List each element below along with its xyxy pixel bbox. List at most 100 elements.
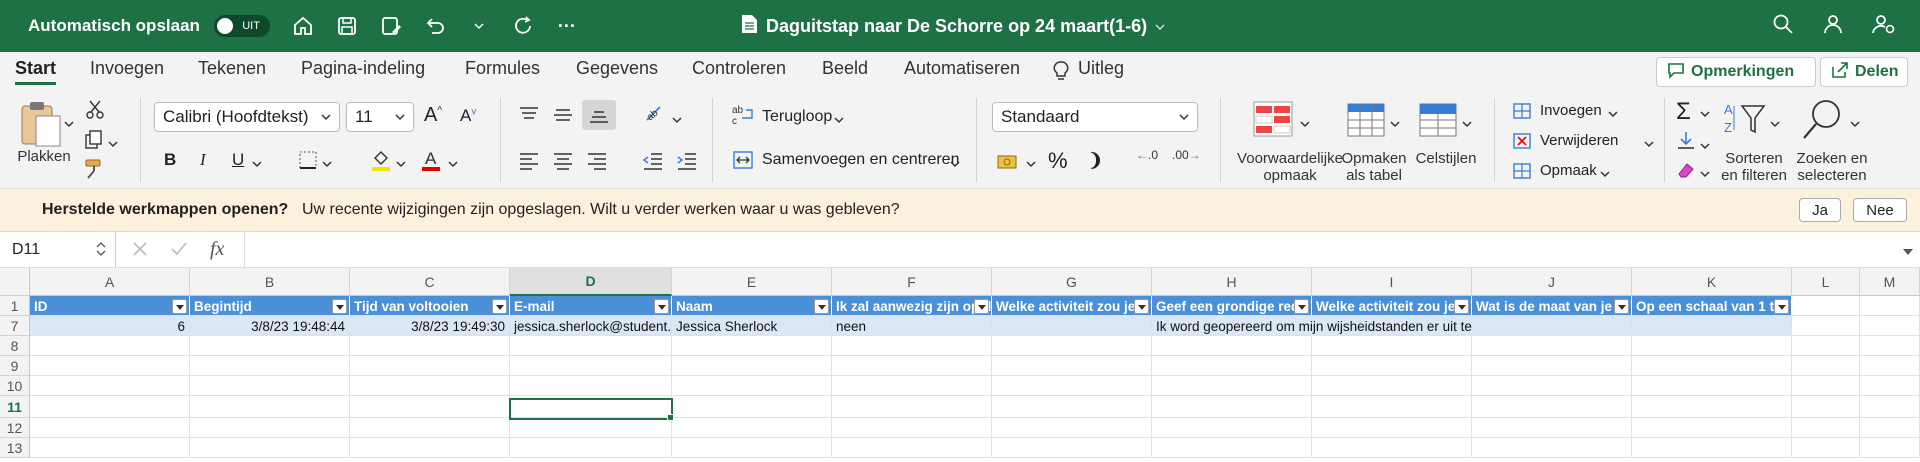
align-left-icon[interactable]: [518, 152, 540, 175]
name-box-stepper-icon[interactable]: [96, 240, 106, 263]
filter-dropdown-icon[interactable]: [654, 299, 669, 314]
column-header-h[interactable]: H: [1152, 268, 1312, 296]
grid-cell[interactable]: [350, 376, 510, 396]
grid-cell[interactable]: [1472, 336, 1632, 356]
grid-cell[interactable]: [1152, 396, 1312, 418]
row-header-12[interactable]: 12: [0, 418, 30, 438]
insert-cells-label[interactable]: Invoegen: [1540, 102, 1602, 119]
decrease-font-icon[interactable]: Av: [460, 106, 476, 126]
filter-dropdown-icon[interactable]: [1294, 299, 1309, 314]
increase-font-icon[interactable]: A^: [424, 104, 442, 127]
grid-cell[interactable]: [1472, 438, 1632, 458]
table-cell-name[interactable]: Jessica Sherlock: [672, 316, 832, 336]
table-cell-attend[interactable]: neen: [832, 316, 992, 336]
grid-cell[interactable]: [30, 438, 190, 458]
select-all-corner[interactable]: [0, 268, 30, 296]
delete-cells-icon[interactable]: [1512, 132, 1532, 155]
table-cell-start[interactable]: 3/8/23 19:48:44: [190, 316, 350, 336]
chevron-down-icon[interactable]: [1300, 116, 1310, 134]
grid-cell[interactable]: [672, 336, 832, 356]
active-cell-selection[interactable]: [509, 398, 673, 420]
grid-cell[interactable]: [992, 438, 1152, 458]
table-header-cell[interactable]: Tijd van voltooien: [350, 296, 510, 316]
clear-icon[interactable]: [1676, 160, 1696, 185]
format-cells-label[interactable]: Opmaak: [1540, 162, 1597, 179]
chevron-down-icon[interactable]: [1850, 116, 1860, 134]
row-header-7[interactable]: 7: [0, 316, 30, 336]
table-cell-end[interactable]: 3/8/23 19:49:30: [350, 316, 510, 336]
grid-cell[interactable]: [1792, 376, 1860, 396]
format-cells-icon[interactable]: [1512, 162, 1532, 185]
format-as-table-icon[interactable]: [1346, 102, 1386, 143]
grid-cell[interactable]: [30, 396, 190, 418]
share-people-icon[interactable]: [1822, 13, 1844, 40]
decrease-decimal-button[interactable]: .00→: [1172, 148, 1201, 162]
tab-tekenen[interactable]: Tekenen: [198, 58, 266, 79]
chevron-down-icon[interactable]: [468, 15, 490, 37]
grid-cell[interactable]: [1792, 296, 1860, 316]
account-settings-icon[interactable]: [1872, 13, 1896, 40]
table-header-cell[interactable]: Wat is de maat van je T: [1472, 296, 1632, 316]
filter-dropdown-icon[interactable]: [1454, 299, 1469, 314]
autosum-icon[interactable]: Σ: [1676, 98, 1691, 126]
grid-cell[interactable]: [992, 356, 1152, 376]
grid-cell[interactable]: [1632, 336, 1792, 356]
expand-formula-bar-icon[interactable]: [1902, 244, 1914, 262]
find-select-icon[interactable]: [1800, 98, 1844, 147]
tab-controleren[interactable]: Controleren: [692, 58, 786, 79]
function-icon[interactable]: fx: [210, 238, 224, 261]
font-color-icon[interactable]: A: [420, 148, 442, 177]
grid-cell[interactable]: [350, 396, 510, 418]
filter-dropdown-icon[interactable]: [172, 299, 187, 314]
orientation-icon[interactable]: ab: [644, 104, 666, 131]
grid-cell[interactable]: [1472, 418, 1632, 438]
chevron-down-icon[interactable]: [252, 156, 262, 174]
cancel-icon[interactable]: [132, 241, 148, 262]
insert-cells-icon[interactable]: [1512, 102, 1532, 125]
increase-decimal-button[interactable]: ←.0: [1136, 148, 1158, 162]
conditional-formatting-icon[interactable]: [1252, 100, 1294, 143]
chevron-down-icon[interactable]: [1462, 116, 1472, 134]
align-bottom-icon[interactable]: [582, 100, 616, 130]
grid-cell[interactable]: [992, 418, 1152, 438]
grid-cell[interactable]: [1152, 356, 1312, 376]
fill-color-icon[interactable]: [370, 148, 392, 177]
autosave-toggle[interactable]: UIT: [213, 15, 270, 37]
column-header-k[interactable]: K: [1632, 268, 1792, 296]
font-name-select[interactable]: Calibri (Hoofdtekst): [154, 102, 340, 132]
grid-cell[interactable]: [510, 418, 672, 438]
grid-cell[interactable]: [992, 336, 1152, 356]
chevron-down-icon[interactable]: [1700, 138, 1710, 156]
chevron-down-icon[interactable]: [322, 156, 332, 174]
comments-button[interactable]: Opmerkingen: [1656, 57, 1816, 87]
tab-beeld[interactable]: Beeld: [822, 58, 868, 79]
row-header-11[interactable]: 11: [0, 396, 30, 418]
filter-dropdown-icon[interactable]: [814, 299, 829, 314]
grid-cell[interactable]: [672, 438, 832, 458]
chevron-down-icon[interactable]: [1700, 166, 1710, 184]
cell-styles-label[interactable]: Celstijlen: [1406, 150, 1486, 167]
grid-cell[interactable]: [510, 438, 672, 458]
undo-icon[interactable]: [424, 15, 446, 37]
format-as-table-label[interactable]: Opmaken als tabel: [1334, 150, 1414, 184]
grid-cell[interactable]: [1312, 438, 1472, 458]
table-header-cell[interactable]: Geef een grondige red: [1152, 296, 1312, 316]
grid-cell[interactable]: [510, 376, 672, 396]
grid-cell[interactable]: [1632, 376, 1792, 396]
filter-dropdown-icon[interactable]: [332, 299, 347, 314]
table-header-cell[interactable]: Op een schaal van 1 to: [1632, 296, 1792, 316]
grid-cell[interactable]: [1312, 418, 1472, 438]
delete-cells-label[interactable]: Verwijderen: [1540, 132, 1618, 149]
column-header-e[interactable]: E: [672, 268, 832, 296]
grid-cell[interactable]: [1152, 418, 1312, 438]
document-title[interactable]: Daguitstap naar De Schorre op 24 maart(1…: [740, 0, 1165, 52]
filter-dropdown-icon[interactable]: [1134, 299, 1149, 314]
grid-cell[interactable]: [1312, 376, 1472, 396]
table-cell-email[interactable]: jessica.sherlock@student.: [510, 316, 672, 336]
column-header-c[interactable]: C: [350, 268, 510, 296]
grid-cell[interactable]: [190, 376, 350, 396]
table-cell-empty[interactable]: [1632, 316, 1792, 336]
fill-icon[interactable]: [1676, 130, 1696, 155]
row-header-10[interactable]: 10: [0, 376, 30, 396]
grid-cell[interactable]: [190, 396, 350, 418]
